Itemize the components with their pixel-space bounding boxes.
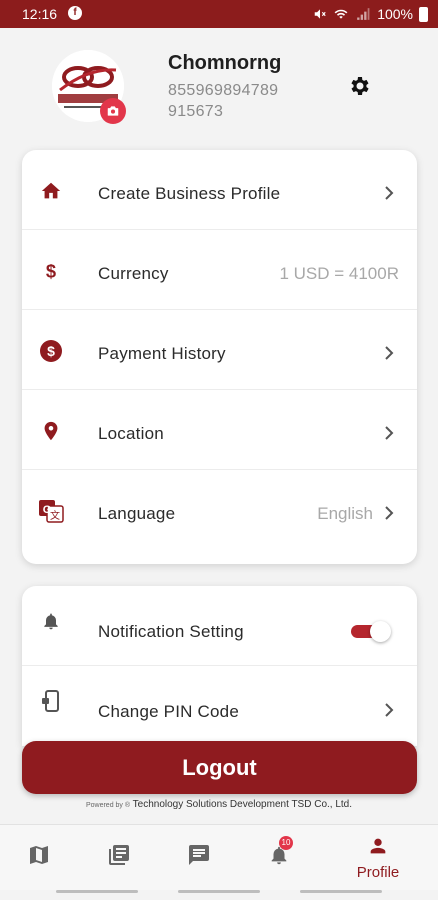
nav-profile[interactable]: Profile bbox=[348, 835, 408, 881]
nav-notifications[interactable]: 10 bbox=[264, 836, 294, 869]
svg-text:文: 文 bbox=[50, 509, 60, 522]
avatar[interactable] bbox=[52, 50, 126, 124]
system-nav-indicator bbox=[178, 890, 260, 893]
location-pin-icon bbox=[38, 418, 64, 444]
menu-item-label: Language bbox=[98, 504, 176, 523]
phone-lock-icon bbox=[38, 688, 64, 714]
menu-item-label: Payment History bbox=[98, 344, 226, 363]
system-nav-indicator bbox=[300, 890, 382, 893]
notification-badge: 10 bbox=[279, 836, 293, 850]
home-icon bbox=[38, 178, 64, 204]
menu-card: Create Business Profile $ Currency 1 USD… bbox=[22, 150, 417, 564]
svg-text:$: $ bbox=[47, 343, 55, 359]
menu-item-location[interactable]: Location bbox=[22, 390, 417, 470]
logout-button[interactable]: Logout bbox=[22, 741, 417, 794]
system-nav-indicator bbox=[56, 890, 138, 893]
user-phone: 855969894789 915673 bbox=[168, 82, 279, 120]
menu-item-payment-history[interactable]: $ Payment History bbox=[22, 310, 417, 390]
menu-item-label: Currency bbox=[98, 264, 169, 283]
mute-icon bbox=[314, 9, 326, 19]
person-icon bbox=[370, 838, 386, 854]
nav-profile-label: Profile bbox=[356, 864, 400, 881]
wifi-icon bbox=[334, 9, 348, 19]
battery-percent: 100% bbox=[377, 6, 413, 22]
status-icons: 100% bbox=[313, 6, 428, 22]
bottom-nav: 10 Profile bbox=[0, 824, 438, 890]
gear-icon[interactable] bbox=[348, 74, 372, 98]
dollar-icon: $ bbox=[38, 258, 64, 284]
user-name: Chomnorng bbox=[168, 52, 282, 74]
signal-icon bbox=[357, 8, 370, 20]
chevron-right-icon bbox=[385, 426, 394, 440]
bell-icon bbox=[38, 608, 64, 634]
translate-icon: G文 bbox=[38, 498, 64, 524]
menu-item-create-business-profile[interactable]: Create Business Profile bbox=[22, 150, 417, 230]
settings-item-label: Change PIN Code bbox=[98, 702, 239, 721]
status-bar: 12:16 f 100% bbox=[0, 0, 438, 28]
powered-prefix: Powered by ® bbox=[85, 802, 131, 809]
svg-text:$: $ bbox=[46, 260, 56, 281]
chevron-right-icon bbox=[385, 506, 394, 520]
language-value: English bbox=[317, 504, 373, 523]
settings-item-label: Notification Setting bbox=[98, 622, 244, 641]
camera-icon[interactable] bbox=[100, 98, 126, 124]
map-icon bbox=[30, 846, 48, 864]
menu-item-label: Location bbox=[98, 424, 164, 443]
toggle-knob bbox=[370, 621, 391, 642]
facebook-icon: f bbox=[68, 6, 82, 20]
menu-item-label: Create Business Profile bbox=[98, 184, 281, 203]
settings-item-notification[interactable]: Notification Setting bbox=[22, 586, 417, 666]
chevron-right-icon bbox=[385, 703, 394, 717]
currency-rate: 1 USD = 4100R bbox=[279, 264, 399, 283]
battery-icon bbox=[419, 6, 428, 22]
settings-card: Notification Setting Change PIN Code bbox=[22, 586, 417, 746]
profile-header: Chomnorng 855969894789 915673 bbox=[0, 28, 438, 150]
company-name: Technology Solutions Development TSD Co.… bbox=[132, 799, 353, 810]
nav-library[interactable] bbox=[104, 841, 134, 869]
powered-by: Powered by ® Technology Solutions Develo… bbox=[0, 799, 438, 810]
menu-item-language[interactable]: G文 Language English bbox=[22, 470, 417, 550]
dollar-circle-icon: $ bbox=[38, 338, 64, 364]
settings-item-change-pin[interactable]: Change PIN Code bbox=[22, 666, 417, 746]
menu-item-currency[interactable]: $ Currency 1 USD = 4100R bbox=[22, 230, 417, 310]
nav-map[interactable] bbox=[24, 841, 54, 869]
nav-messages[interactable] bbox=[184, 841, 214, 869]
chevron-right-icon bbox=[385, 346, 394, 360]
notification-toggle[interactable] bbox=[351, 621, 391, 642]
chat-icon bbox=[189, 845, 209, 865]
library-icon bbox=[109, 845, 129, 865]
chevron-right-icon bbox=[385, 186, 394, 200]
status-time: 12:16 bbox=[22, 6, 58, 22]
